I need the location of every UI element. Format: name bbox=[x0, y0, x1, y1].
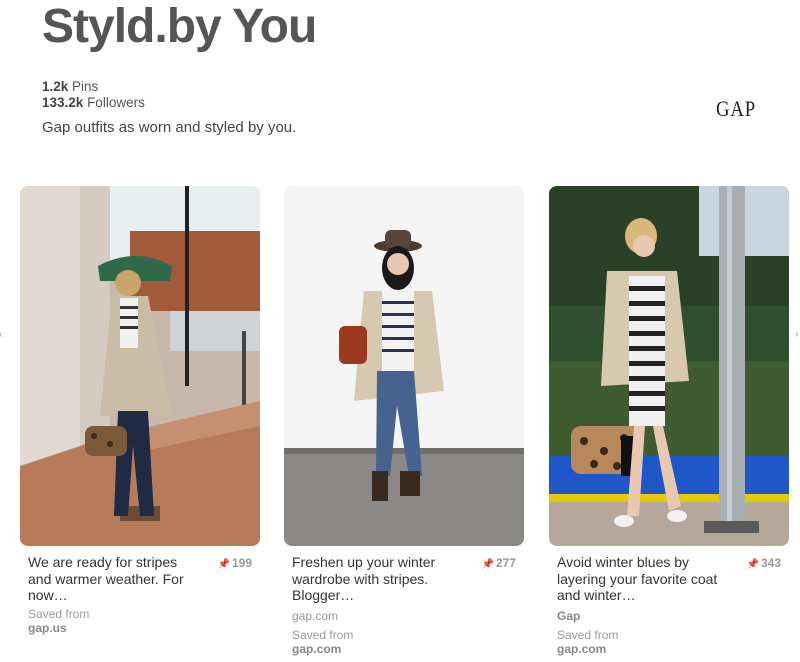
chevron-right-icon[interactable]: › bbox=[795, 330, 800, 340]
pin-card[interactable]: Freshen up your winter wardrobe with str… bbox=[284, 186, 524, 656]
source-domain: gap.com bbox=[557, 642, 607, 656]
pushpin-icon: 📌 bbox=[746, 559, 759, 570]
pin-description: Freshen up your winter wardrobe with str… bbox=[292, 554, 436, 603]
board-title: Styld.by You bbox=[42, 0, 317, 53]
pin-image[interactable] bbox=[549, 186, 789, 546]
saved-from-label: Saved from bbox=[28, 607, 90, 621]
followers-stat[interactable]: 133.2k Followers bbox=[42, 95, 145, 111]
saved-from-label: Saved from bbox=[292, 628, 354, 642]
pin-site[interactable]: Gap bbox=[557, 609, 580, 623]
pin-source[interactable]: Saved from gap.us bbox=[28, 607, 89, 635]
saved-from-label: Saved from bbox=[557, 628, 619, 642]
pin-image[interactable] bbox=[20, 186, 260, 546]
pins-count: 1.2k bbox=[42, 79, 69, 94]
board-stats: 1.2k Pins 133.2k Followers bbox=[42, 79, 145, 111]
board-description: Gap outfits as worn and styled by you. bbox=[42, 119, 297, 136]
pin-description: Avoid winter blues by layering your favo… bbox=[557, 554, 718, 603]
chevron-left-icon[interactable]: ‹ bbox=[0, 330, 5, 340]
gap-logo[interactable]: GAP bbox=[716, 96, 756, 122]
source-domain: gap.us bbox=[28, 621, 67, 635]
pin-card[interactable]: We are ready for stripes and warmer weat… bbox=[20, 186, 260, 635]
followers-label: Followers bbox=[87, 95, 145, 110]
pins-label: Pins bbox=[72, 79, 99, 94]
pins-stat[interactable]: 1.2k Pins bbox=[42, 79, 145, 95]
pin-source[interactable]: Saved from gap.com bbox=[292, 628, 353, 656]
pushpin-icon: 📌 bbox=[217, 559, 230, 570]
pin-site[interactable]: gap.com bbox=[292, 609, 338, 623]
pin-source[interactable]: Saved from gap.com bbox=[557, 628, 618, 656]
pin-description: We are ready for stripes and warmer weat… bbox=[28, 554, 184, 603]
repin-count[interactable]: 📌 343 bbox=[747, 556, 781, 570]
repin-count[interactable]: 📌 199 bbox=[218, 556, 252, 570]
pin-card[interactable]: Avoid winter blues by layering your favo… bbox=[549, 186, 789, 656]
followers-count: 133.2k bbox=[42, 95, 84, 110]
pin-image[interactable] bbox=[284, 186, 524, 546]
source-domain: gap.com bbox=[292, 642, 342, 656]
pushpin-icon: 📌 bbox=[481, 559, 494, 570]
repin-count[interactable]: 📌 277 bbox=[482, 556, 516, 570]
